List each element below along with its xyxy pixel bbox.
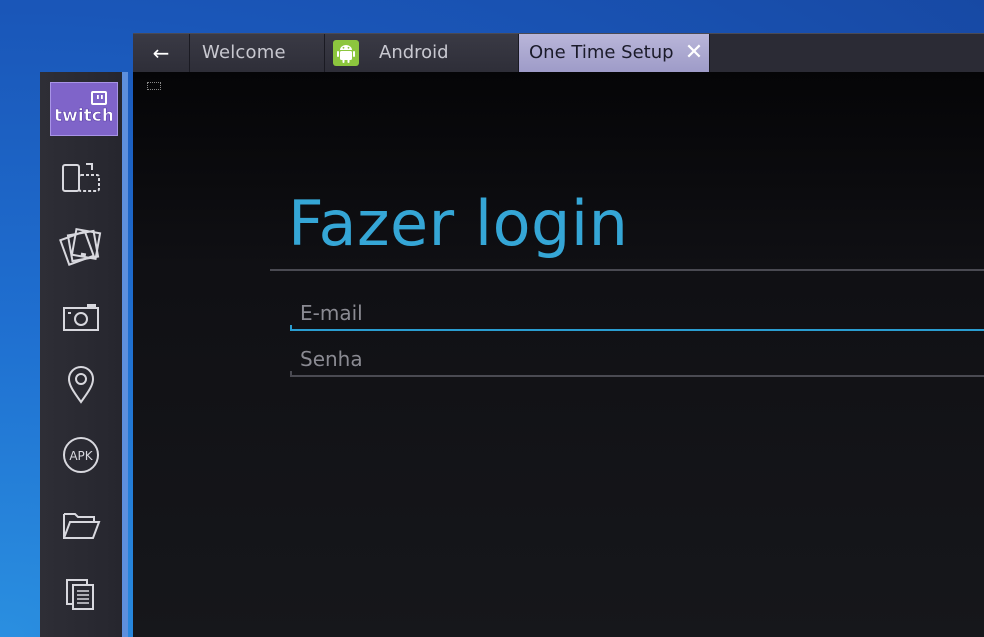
tab-label: Android <box>379 42 449 63</box>
camera-icon <box>63 304 99 331</box>
keyboard-indicator-icon <box>147 82 161 90</box>
rotate-screen-button[interactable] <box>40 151 122 205</box>
page-title: Fazer login <box>288 187 629 260</box>
sidebar-toolbar: twitch APK <box>40 72 128 637</box>
email-field[interactable] <box>290 297 984 331</box>
apk-icon: APK <box>63 437 99 473</box>
field-edge <box>290 325 292 331</box>
cards-icon <box>59 227 102 266</box>
tab-android[interactable]: Android <box>325 34 519 72</box>
android-icon <box>333 40 359 66</box>
shake-button[interactable] <box>40 220 122 274</box>
copy-button[interactable] <box>40 567 122 621</box>
tab-bar: ← Welcome Android One Time Setup ✕ <box>133 33 984 72</box>
android-screen: Fazer login <box>133 72 984 637</box>
back-button[interactable]: ← <box>133 34 190 72</box>
arrow-left-icon: ← <box>152 41 170 65</box>
field-edge <box>290 371 292 377</box>
location-button[interactable] <box>40 358 122 412</box>
folder-icon <box>63 513 101 539</box>
camera-button[interactable] <box>40 291 122 345</box>
twitch-button[interactable]: twitch <box>50 82 118 136</box>
copy-icon <box>66 579 94 610</box>
rotate-screen-icon <box>62 163 100 192</box>
title-divider <box>270 269 984 271</box>
tab-label: One Time Setup <box>529 42 674 63</box>
apk-install-button[interactable]: APK <box>40 428 122 482</box>
apk-label: APK <box>69 449 93 463</box>
tab-one-time-setup[interactable]: One Time Setup ✕ <box>519 34 710 72</box>
tab-welcome[interactable]: Welcome <box>190 34 325 72</box>
tab-label: Welcome <box>202 42 286 63</box>
twitch-label: twitch <box>56 106 112 126</box>
password-field[interactable] <box>290 343 984 377</box>
location-pin-icon <box>67 366 95 404</box>
twitch-logo-icon: twitch <box>56 91 112 126</box>
close-icon[interactable]: ✕ <box>683 34 705 72</box>
folder-button[interactable] <box>40 498 122 552</box>
